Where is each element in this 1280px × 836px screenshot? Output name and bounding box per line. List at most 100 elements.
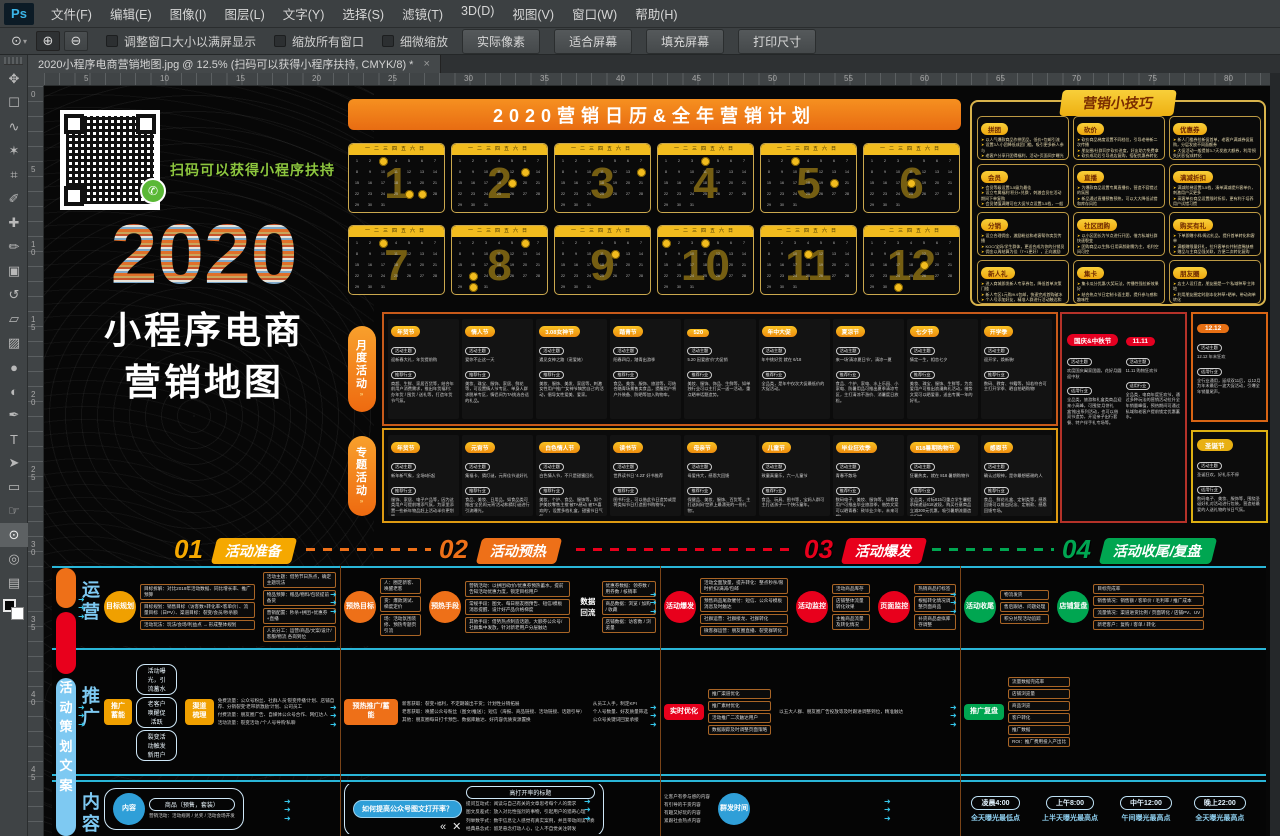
calendar-day: 31 [687, 285, 697, 289]
calendar-day: 20 [623, 181, 633, 185]
eraser-tool[interactable]: ▱ [0, 307, 28, 331]
calendar-day: 15 [661, 263, 671, 267]
menu-item[interactable]: 帮助(H) [626, 0, 686, 28]
calendar-day: 19 [816, 181, 826, 185]
calendar-day: 7 [430, 241, 440, 245]
calendar-day: 15 [455, 181, 465, 185]
calendar-day: 26 [713, 192, 723, 196]
document-canvas[interactable]: ✆ 扫码可以获得小程序扶持 2020 小程序电商 营销地图 2020营销日历&全… [44, 86, 1270, 836]
lanes: 目标规划目标拆解：对比2019年活动数据、同比增长率、推广预算目标规划：销售目标… [44, 566, 1270, 836]
mindmap-item: 个人号数量、好友质量筛选 [593, 709, 648, 715]
zoom-in-button[interactable]: ⊕ [36, 31, 60, 51]
festival-card: 年中大促活动主题年中挑好货 就在 6/18推荐行业全品类，是年中仅次大促最低价的… [759, 319, 830, 419]
column-separator [960, 566, 961, 836]
calendar-day: 11 [597, 170, 607, 174]
calendar-day: 16 [571, 263, 581, 267]
option-checkbox[interactable]: 细微缩放 [382, 33, 448, 50]
menu-item[interactable]: 图像(I) [161, 0, 216, 28]
mindmap-item: 目标拆解：对比2019年活动数据、同比增长率、推广预算 [140, 584, 255, 600]
option-checkbox[interactable]: 缩放所有窗口 [274, 33, 364, 50]
zoom-tool[interactable]: ⊙ [0, 523, 28, 547]
calendar-day: 7 [945, 241, 955, 245]
highlight-date-dot [405, 190, 414, 199]
quick-mask-tool[interactable]: ◎ [0, 547, 28, 571]
color-swatches[interactable] [0, 597, 28, 623]
mindmap-item: 推广数据 [1008, 725, 1070, 735]
tip-line: '预售+自提'模式降低履约成本，提升复购和黏性 [1077, 255, 1161, 256]
phase-number: 03 [804, 534, 833, 565]
menu-item[interactable]: 图层(L) [215, 0, 273, 28]
timeline-time: 凌晨4:00 [971, 796, 1019, 810]
festival-card: 夏凉节活动主题来一场'清凉夏日节'，清凉一夏推荐行业食品、个护、家电、水上乐园、… [833, 319, 904, 419]
tip-line: 满减阶梯设置3-5档，凑单满减提升客单价，刺激用户买更多 [1173, 185, 1257, 196]
theme-key: 活动主题 [539, 463, 564, 471]
crop-tool[interactable]: ⌗ [0, 163, 28, 187]
menu-item[interactable]: 视图(V) [503, 0, 563, 28]
menu-item[interactable]: 文件(F) [42, 0, 101, 28]
dodge-tool[interactable]: ◐ [0, 379, 28, 403]
calendar-day: 29 [455, 203, 465, 207]
close-icon[interactable]: × [423, 58, 429, 70]
magic-wand-tool[interactable]: ✶ [0, 139, 28, 163]
brush-tool[interactable]: ✏ [0, 235, 28, 259]
healing-brush-tool[interactable]: ✚ [0, 211, 28, 235]
mindmap-item: 商品（预售，套装） [149, 798, 235, 811]
hand-tool[interactable]: ☞ [0, 499, 28, 523]
shape-tool[interactable]: ▭ [0, 475, 28, 499]
option-button[interactable]: 填充屏幕 [646, 29, 724, 54]
calendar-day: 14 [533, 170, 543, 174]
mindmap-items: 目标完成率销售情况：销售额 / 客单价 / 毛利率 / 推广成本流量情况：渠道进… [1093, 584, 1204, 630]
checkbox-icon[interactable] [106, 35, 118, 47]
menu-item[interactable]: 文字(Y) [274, 0, 334, 28]
type-tool[interactable]: T [0, 427, 28, 451]
document-tab[interactable]: 2020小程序电商营销地图.jpg @ 12.5% (扫码可以获得小程序扶持, … [28, 55, 441, 73]
background-color-swatch[interactable] [11, 607, 24, 620]
lasso-tool[interactable]: ∿ [0, 115, 28, 139]
calendar-day: 9 [468, 252, 478, 256]
gradient-tool[interactable]: ▨ [0, 331, 28, 355]
blur-tool[interactable]: ● [0, 355, 28, 379]
tip-card: 直播为爆款商品设置专属直播价，营造不容错过的氛围新品通过直播预售预热，可以大大降… [1073, 164, 1165, 208]
tip-label: 满减折扣 [1173, 171, 1213, 183]
calendar-day: 4 [906, 159, 916, 163]
calendar-day: 15 [558, 263, 568, 267]
tip-label: 拼团 [981, 123, 1008, 135]
history-brush-tool[interactable]: ↺ [0, 283, 28, 307]
calendar-day: 18 [391, 181, 401, 185]
marquee-tool[interactable]: ☐ [0, 91, 28, 115]
festival-name: 踏青节 [613, 326, 642, 337]
move-tool[interactable]: ✥ [0, 67, 28, 91]
mindmap-item: ROI：推广费用投入产出比 [1008, 737, 1070, 747]
mindmap-cluster: 群发时间 [718, 793, 750, 825]
eyedropper-tool[interactable]: ✐ [0, 187, 28, 211]
pen-tool[interactable]: ✒ [0, 403, 28, 427]
checkbox-icon[interactable] [274, 35, 286, 47]
flow-arrows-icon: ➜➜➜ [284, 798, 291, 823]
special-activities-pill: 专题活动» [348, 436, 376, 516]
clone-stamp-tool[interactable]: ▣ [0, 259, 28, 283]
calendar-weekdays: 一二三四五六日 [555, 226, 650, 237]
checkbox-icon[interactable] [382, 35, 394, 47]
menu-item[interactable]: 编辑(E) [101, 0, 161, 28]
festival-card: 踏青节活动主题阳春四月，踏青出游季推荐行业食品、美妆、服饰、旅游等，可结合踏青场… [610, 319, 681, 419]
mindmap-item: 公众号关键词回复承接 [593, 717, 648, 723]
option-checkbox[interactable]: 调整窗口大小以满屏显示 [106, 33, 256, 50]
path-select-tool[interactable]: ➤ [0, 451, 28, 475]
option-button[interactable]: 适合屏幕 [554, 29, 632, 54]
calendar-day: 14 [430, 170, 440, 174]
menu-item[interactable]: 滤镜(T) [393, 0, 452, 28]
mindmap-item: 列举数字式：数字信息让人感觉有真实案例，并且带动阅读节奏 [466, 818, 595, 824]
menu-item[interactable]: 选择(S) [333, 0, 393, 28]
palette-grip[interactable] [4, 57, 23, 65]
calendar-day: 10 [378, 170, 388, 174]
menu-item[interactable]: 3D(D) [452, 0, 503, 28]
festival-theme: 来一场'清凉夏日节'，清凉一夏 [836, 357, 901, 363]
option-button[interactable]: 打印尺寸 [738, 29, 816, 54]
calendar-day: 19 [919, 181, 929, 185]
zoom-out-button[interactable]: ⊖ [64, 31, 88, 51]
option-button[interactable]: 实际像素 [462, 29, 540, 54]
industry-key: 推荐行业 [687, 487, 712, 495]
menu-item[interactable]: 窗口(W) [563, 0, 626, 28]
screen-mode-tool[interactable]: ▤ [0, 571, 28, 595]
theme-key: 活动主题 [613, 347, 638, 355]
